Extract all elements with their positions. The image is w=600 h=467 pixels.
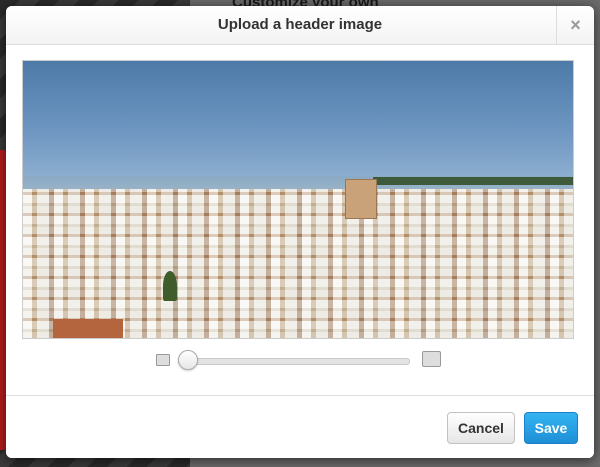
save-button[interactable]: Save	[524, 412, 578, 444]
image-tower	[345, 179, 377, 219]
image-tree	[163, 271, 177, 301]
modal-header: Upload a header image ×	[6, 6, 594, 45]
upload-header-modal: Upload a header image × Cancel Save	[6, 6, 594, 458]
zoom-in-image-icon	[422, 351, 441, 367]
zoom-out-image-icon	[156, 354, 170, 366]
close-icon: ×	[570, 14, 581, 35]
image-roof	[53, 319, 123, 338]
modal-footer: Cancel Save	[6, 395, 594, 458]
zoom-slider-row	[156, 349, 446, 371]
image-shore	[373, 177, 573, 185]
modal-title: Upload a header image	[217, 16, 383, 33]
image-town	[23, 189, 573, 338]
image-sky	[23, 61, 573, 181]
header-image-preview[interactable]	[22, 60, 574, 339]
close-button[interactable]: ×	[556, 6, 594, 44]
zoom-slider-track[interactable]	[178, 358, 410, 365]
cancel-button[interactable]: Cancel	[447, 412, 515, 444]
zoom-slider-thumb[interactable]	[178, 350, 198, 370]
